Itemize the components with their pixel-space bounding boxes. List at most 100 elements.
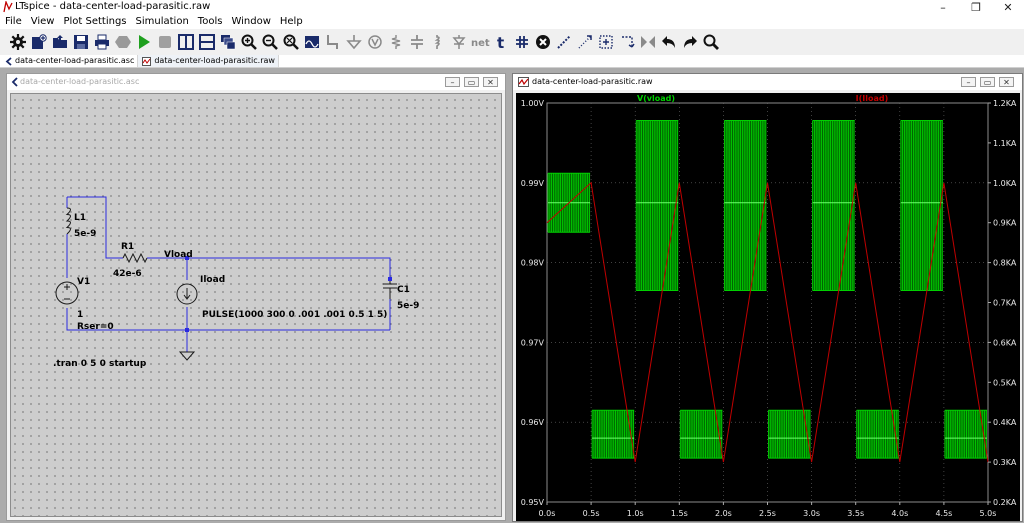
waveform-maximize-button[interactable]: ▭ (980, 77, 995, 87)
zoom-in-button[interactable] (239, 32, 259, 52)
find-icon (703, 34, 719, 50)
zoom-out-button[interactable] (260, 32, 280, 52)
maximize-button[interactable]: ❐ (963, 0, 989, 15)
title-bar: LTspice - data-center-load-parasitic.raw… (0, 0, 1024, 15)
duplicate-button[interactable] (554, 32, 574, 52)
gear-icon (10, 34, 26, 50)
y-right-tick-label: 0.3KA (993, 458, 1017, 467)
wire-icon (327, 35, 338, 49)
run-button[interactable] (134, 32, 154, 52)
delete-icon (536, 35, 550, 49)
save-button[interactable] (71, 32, 91, 52)
close-button[interactable]: ✕ (995, 0, 1021, 15)
waveform-minimize-button[interactable]: – (961, 77, 976, 87)
menu-file[interactable]: File (0, 15, 26, 29)
menu-view[interactable]: View (26, 15, 59, 29)
net-icon: net (471, 38, 490, 49)
l1-name: L1 (74, 213, 86, 223)
legend-vload[interactable]: V(vload) (637, 94, 675, 103)
tile-vertical-button[interactable] (176, 32, 196, 52)
toolbar: net t (0, 29, 1024, 55)
hexagon-button[interactable] (113, 32, 133, 52)
stop-button[interactable] (155, 32, 175, 52)
text-button[interactable]: t (491, 32, 511, 52)
waveform-window: data-center-load-parasitic.raw – ▭ ✕ V(v… (512, 73, 1023, 522)
y-left-tick-label: 0.98V (521, 259, 545, 268)
vload-ripple-band (900, 120, 943, 292)
cascade-button[interactable] (218, 32, 238, 52)
capacitor-icon (411, 35, 423, 49)
minimize-button[interactable]: – (930, 0, 956, 15)
y-left-tick-label: 0.96V (521, 418, 545, 427)
tile-horizontal-icon (199, 34, 215, 50)
menu-help[interactable]: Help (275, 15, 307, 29)
ground-symbol[interactable] (178, 351, 196, 361)
waveform-close-button[interactable]: ✕ (999, 77, 1014, 87)
schematic-window: data-center-load-parasitic.asc – ▭ ✕ L1 … (6, 73, 506, 521)
net-button[interactable]: net (470, 32, 490, 52)
drag-button[interactable] (596, 32, 616, 52)
mirror-icon (641, 36, 655, 48)
x-tick-label: 1.0s (627, 509, 644, 518)
new-schematic-button[interactable] (29, 32, 49, 52)
y-right-tick-label: 0.9KA (993, 219, 1017, 228)
control-panel-button[interactable] (8, 32, 28, 52)
resistor-button[interactable] (386, 32, 406, 52)
r1-value: 42e-6 (113, 269, 142, 279)
y-right-tick-label: 1.1KA (993, 139, 1017, 148)
undo-button[interactable] (659, 32, 679, 52)
menu-window[interactable]: Window (226, 15, 274, 29)
l1-value: 5e-9 (74, 229, 97, 239)
schematic-maximize-button[interactable]: ▭ (464, 77, 479, 87)
r1-name: R1 (121, 242, 135, 252)
wire-button[interactable] (323, 32, 343, 52)
zoom-out-icon (262, 34, 278, 50)
x-tick-label: 3.5s (847, 509, 864, 518)
label-net-button[interactable] (365, 32, 385, 52)
tab-schematic-label: data-center-load-parasitic.asc (15, 56, 135, 65)
capacitor-c1[interactable] (383, 279, 397, 299)
waveform-window-title: data-center-load-parasitic.raw (532, 77, 653, 86)
junction-c1-top (388, 277, 392, 281)
schematic-minimize-button[interactable]: – (445, 77, 460, 87)
save-icon (74, 35, 88, 49)
resistor-r1[interactable] (122, 252, 148, 264)
open-button[interactable] (50, 32, 70, 52)
y-right-tick-label: 0.2KA (993, 498, 1017, 507)
menu-plot-settings[interactable]: Plot Settings (58, 15, 130, 29)
print-button[interactable] (92, 32, 112, 52)
redo-button[interactable] (680, 32, 700, 52)
menu-simulation[interactable]: Simulation (131, 15, 193, 29)
delete-button[interactable] (533, 32, 553, 52)
y-right-tick-label: 0.7KA (993, 299, 1017, 308)
spice-directive-button[interactable] (512, 32, 532, 52)
diode-button[interactable] (449, 32, 469, 52)
legend-iload[interactable]: I(Iload) (856, 94, 889, 103)
waveform-title-bar: data-center-load-parasitic.raw – ▭ ✕ (513, 74, 1022, 90)
rotate-button[interactable] (617, 32, 637, 52)
y-right-tick-label: 1.2KA (993, 99, 1017, 108)
ground-button[interactable] (344, 32, 364, 52)
spice-directive-icon (516, 36, 528, 48)
inductor-button[interactable] (428, 32, 448, 52)
schematic-close-button[interactable]: ✕ (483, 77, 498, 87)
tile-horizontal-button[interactable] (197, 32, 217, 52)
inductor-l1[interactable] (65, 207, 71, 235)
tab-waveform[interactable]: data-center-load-parasitic.raw (138, 55, 279, 67)
mirror-button[interactable] (638, 32, 658, 52)
menu-tools[interactable]: Tools (193, 15, 227, 29)
schematic-window-icon (11, 77, 18, 87)
waveform-plot[interactable]: V(vload) I(Iload) 0.0s 0.5s 1.0s 1.5s 2.0s 2.… (516, 93, 1020, 521)
vload-net-label[interactable]: Vload (164, 250, 193, 260)
schematic-canvas[interactable]: L1 5e-9 R1 42e-6 Vload Iload PULSE(1000 … (10, 93, 502, 517)
tab-schematic[interactable]: data-center-load-parasitic.asc (0, 55, 139, 67)
v1-name: V1 (77, 277, 91, 287)
wire-top-left[interactable] (67, 196, 123, 259)
autorange-button[interactable] (302, 32, 322, 52)
move-button[interactable] (575, 32, 595, 52)
zoom-fit-button[interactable] (281, 32, 301, 52)
find-button[interactable] (701, 32, 721, 52)
tran-directive[interactable]: .tran 0 5 0 startup (53, 359, 146, 369)
capacitor-button[interactable] (407, 32, 427, 52)
wire-vload[interactable] (147, 257, 391, 279)
